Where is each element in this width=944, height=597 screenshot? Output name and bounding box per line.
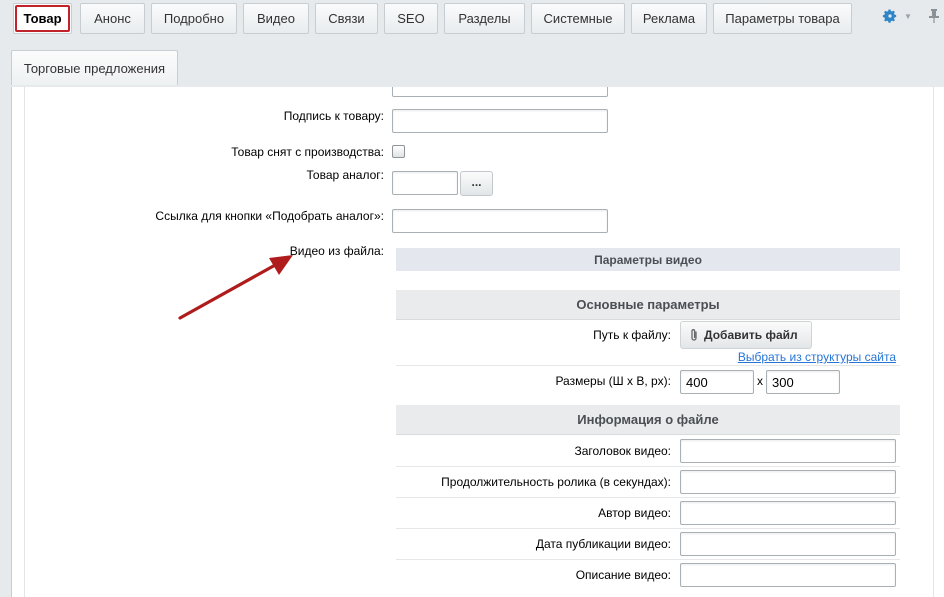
discontinued-label: Товар снят с производства:	[231, 145, 384, 159]
video-date-input[interactable]	[680, 532, 896, 556]
divider	[396, 559, 900, 560]
video-title-input[interactable]	[680, 439, 896, 463]
width-input[interactable]	[680, 370, 754, 394]
chevron-down-icon[interactable]: ▼	[904, 12, 912, 21]
analog-select-button[interactable]: ...	[460, 171, 493, 196]
size-separator: x	[757, 374, 763, 388]
tab-label: Торговые предложения	[23, 60, 166, 76]
tab-label: Разделы	[458, 11, 511, 26]
tab-bar: Товар Анонс Подробно Видео Связи SEO Раз…	[0, 0, 944, 42]
tab-svyazi[interactable]: Связи	[315, 3, 378, 34]
divider	[396, 466, 900, 467]
basic-params-header: Основные параметры	[396, 290, 900, 320]
video-duration-input[interactable]	[680, 470, 896, 494]
tab-label: Видео	[257, 11, 295, 26]
tab-sistemnye[interactable]: Системные	[531, 3, 625, 34]
video-params-title: Параметры видео	[594, 252, 702, 267]
tab-label: Параметры товара	[725, 11, 840, 26]
tab-reklama[interactable]: Реклама	[631, 3, 707, 34]
add-file-label: Добавить файл	[704, 328, 798, 342]
file-path-label: Путь к файлу:	[593, 328, 671, 342]
discontinued-checkbox[interactable]	[392, 145, 405, 158]
pin-icon[interactable]	[928, 8, 940, 24]
analog-input[interactable]	[392, 171, 458, 195]
video-description-input[interactable]	[680, 563, 896, 587]
tab-label: Анонс	[94, 11, 131, 26]
analog-link-input[interactable]	[392, 209, 608, 233]
annotation-arrow-icon	[178, 255, 293, 320]
tab-label: Реклама	[642, 11, 696, 26]
tab-label: SEO	[397, 11, 425, 26]
tab-podrobno[interactable]: Подробно	[151, 3, 237, 34]
size-label: Размеры (Ш x В, px):	[555, 374, 671, 388]
analog-label: Товар аналог:	[306, 168, 384, 182]
tab-video[interactable]: Видео	[243, 3, 309, 34]
tab-parametry-tovara[interactable]: Параметры товара	[713, 3, 852, 34]
tab-anons[interactable]: Анонс	[80, 3, 145, 34]
video-file-label: Видео из файла:	[289, 244, 384, 258]
add-file-button[interactable]: Добавить файл	[680, 321, 812, 349]
video-author-input[interactable]	[680, 501, 896, 525]
gear-icon[interactable]	[882, 8, 898, 24]
basic-params-title: Основные параметры	[576, 297, 720, 312]
video-description-label: Описание видео:	[575, 568, 671, 582]
tab-label: Системные	[543, 11, 613, 26]
choose-from-structure-link[interactable]: Выбрать из структуры сайта	[738, 350, 896, 364]
tab-torgovye-predlozheniya[interactable]: Торговые предложения	[11, 50, 178, 85]
height-input[interactable]	[766, 370, 840, 394]
tab-tovar[interactable]: Товар	[13, 3, 72, 34]
analog-link-label: Ссылка для кнопки «Подобрать аналог»:	[155, 209, 384, 223]
tab-label: Связи	[328, 11, 365, 26]
divider	[396, 497, 900, 498]
divider	[396, 365, 900, 366]
video-title-label: Заголовок видео:	[574, 444, 671, 458]
tab-tools: ▼	[882, 8, 940, 24]
signature-input[interactable]	[392, 109, 608, 133]
previous-field-input[interactable]	[392, 87, 608, 97]
divider	[396, 528, 900, 529]
paperclip-icon	[691, 329, 697, 341]
video-date-label: Дата публикации видео:	[535, 537, 671, 551]
subtab-bar: Торговые предложения	[0, 42, 944, 87]
video-duration-label: Продолжительность ролика (в секундах):	[441, 475, 671, 489]
video-author-label: Автор видео:	[598, 506, 671, 520]
tab-razdely[interactable]: Разделы	[444, 3, 525, 34]
tab-seo[interactable]: SEO	[384, 3, 438, 34]
video-params-header: Параметры видео	[396, 248, 900, 271]
signature-label: Подпись к товару:	[283, 109, 384, 123]
file-info-header: Информация о файле	[396, 405, 900, 435]
tab-label: Подробно	[163, 11, 225, 26]
file-info-title: Информация о файле	[577, 412, 719, 427]
